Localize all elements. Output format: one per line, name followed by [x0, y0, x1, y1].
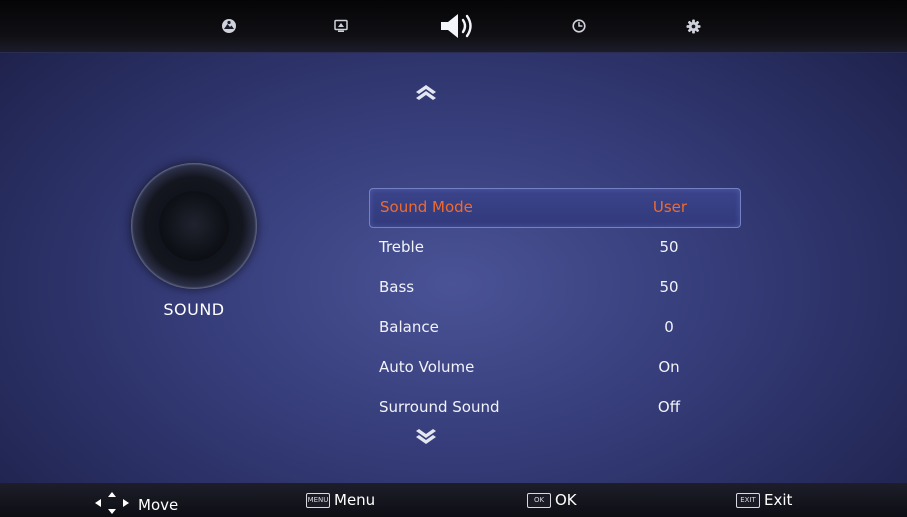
- clock-icon: [572, 19, 586, 33]
- menu-item-value: On: [658, 358, 680, 376]
- tab-source[interactable]: [330, 10, 352, 42]
- speaker-cone: [159, 191, 229, 261]
- speaker-icon: [439, 12, 479, 40]
- sound-menu: Sound Mode User Treble 50 Bass 50 Balanc…: [369, 188, 741, 428]
- tab-sound[interactable]: [438, 10, 480, 42]
- scroll-down-icon[interactable]: [413, 428, 439, 446]
- hint-ok: OK OK: [527, 491, 577, 509]
- footer-hint-bar: Move MENU Menu OK OK EXIT Exit: [0, 483, 907, 517]
- picture-icon: [221, 18, 237, 34]
- menu-item-treble[interactable]: Treble 50: [369, 228, 741, 268]
- menu-item-bass[interactable]: Bass 50: [369, 268, 741, 308]
- menu-item-value: Off: [657, 398, 681, 416]
- menu-item-label: Treble: [379, 238, 424, 256]
- sound-speaker-graphic: [131, 163, 257, 289]
- ok-key-icon: OK: [527, 492, 551, 508]
- menu-item-surround-sound[interactable]: Surround Sound Off: [369, 388, 741, 428]
- menu-item-label: Bass: [379, 278, 415, 296]
- tab-settings[interactable]: [683, 10, 703, 42]
- tv-menu-screen: SOUND Sound Mode User Treble 50 Bass 50 …: [0, 0, 907, 517]
- source-icon: [334, 19, 348, 33]
- hint-label: Exit: [764, 491, 793, 509]
- menu-item-value: 0: [664, 318, 674, 336]
- hint-label: Menu: [334, 491, 376, 509]
- menu-item-value: 50: [659, 278, 679, 296]
- tab-picture[interactable]: [218, 10, 240, 42]
- menu-item-label: Sound Mode: [380, 198, 473, 216]
- menu-item-sound-mode[interactable]: Sound Mode User: [369, 188, 741, 228]
- tab-time[interactable]: [569, 10, 589, 42]
- page-title: SOUND: [163, 300, 225, 319]
- menu-item-auto-volume[interactable]: Auto Volume On: [369, 348, 741, 388]
- hint-label: OK: [555, 491, 577, 509]
- menu-item-balance[interactable]: Balance 0: [369, 308, 741, 348]
- hint-exit: EXIT Exit: [736, 491, 792, 509]
- hint-menu: MENU Menu: [306, 491, 375, 509]
- scroll-up-icon[interactable]: [413, 83, 439, 101]
- menu-item-label: Auto Volume: [379, 358, 475, 376]
- hint-move: Move: [94, 491, 178, 517]
- menu-item-label: Balance: [379, 318, 439, 336]
- dpad-arrows-icon: [94, 491, 130, 517]
- top-tab-bar: [0, 0, 907, 53]
- menu-item-label: Surround Sound: [379, 398, 500, 416]
- hint-label: Move: [138, 496, 179, 514]
- exit-key-icon: EXIT: [736, 492, 760, 508]
- gear-icon: [685, 18, 701, 34]
- menu-key-icon: MENU: [306, 492, 330, 508]
- menu-item-value: 50: [659, 238, 679, 256]
- menu-item-value: User: [652, 198, 688, 216]
